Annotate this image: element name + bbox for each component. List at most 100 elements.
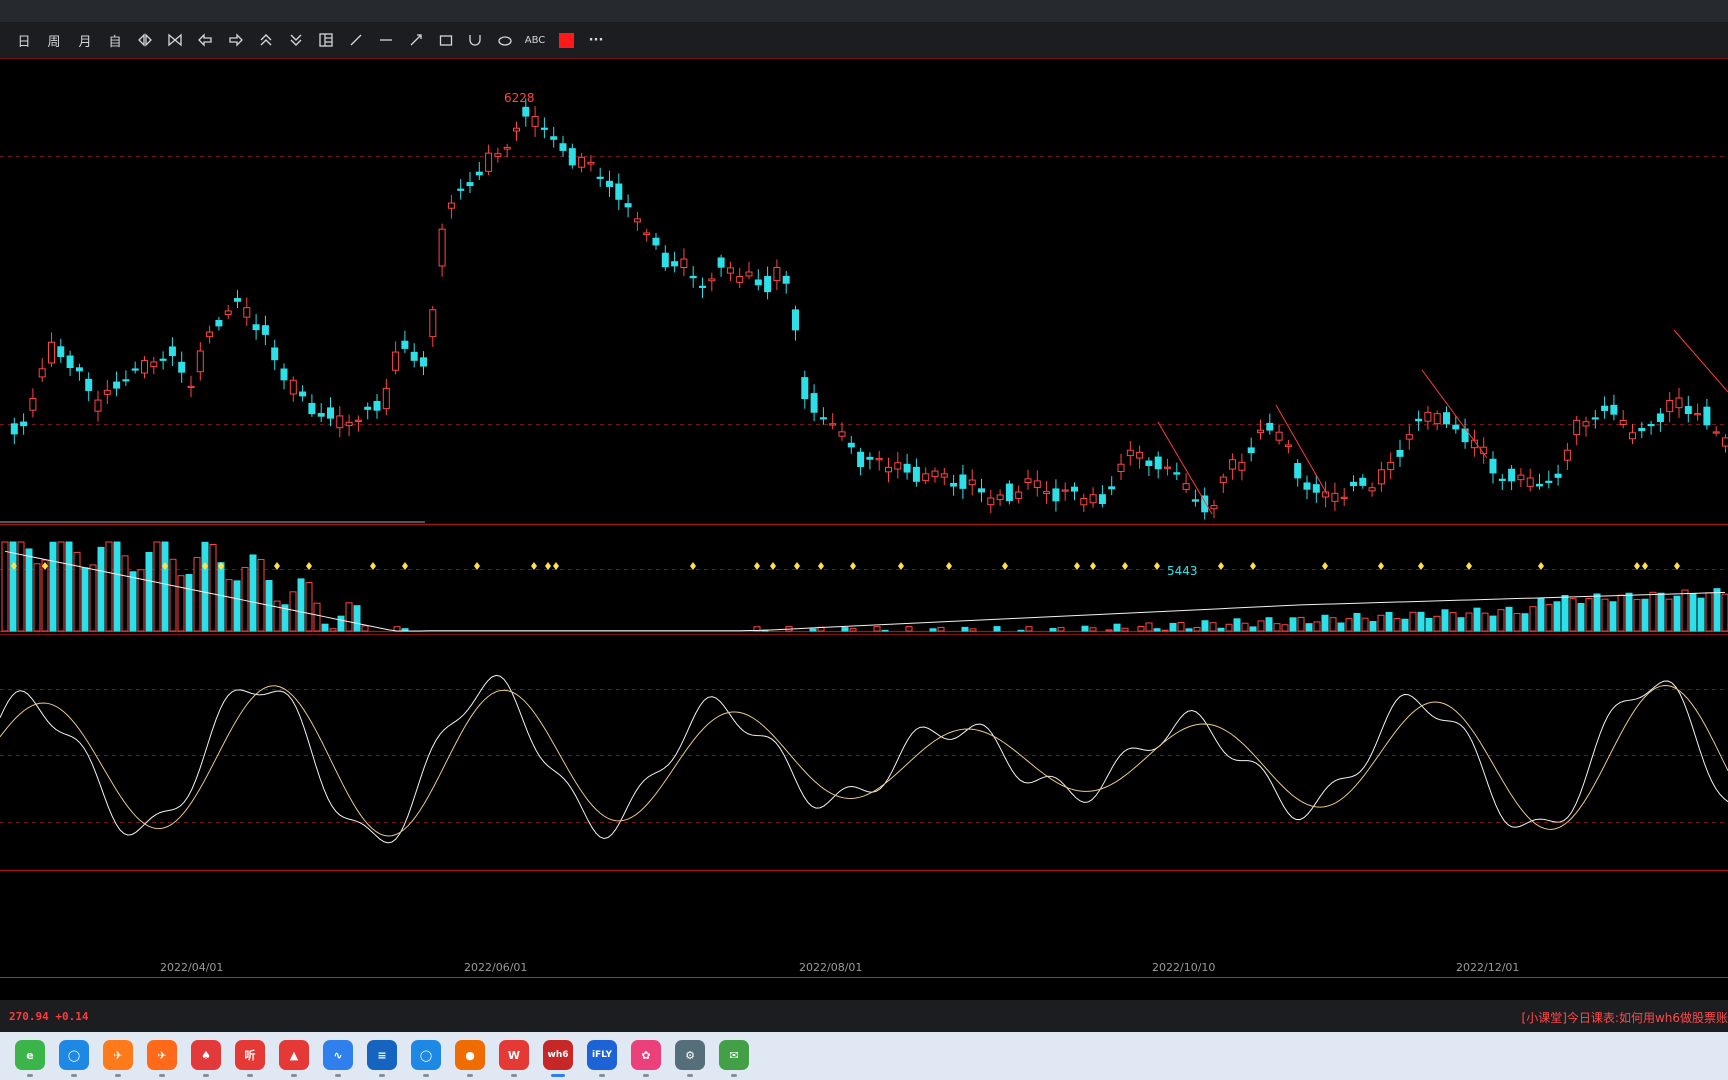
candle[interactable] [699, 277, 706, 299]
candle[interactable] [38, 358, 46, 382]
listen-icon[interactable]: 听 [235, 1040, 265, 1070]
signal-marker[interactable] [690, 562, 696, 570]
signal-marker[interactable] [850, 562, 856, 570]
notepad-icon[interactable]: ≡ [367, 1040, 397, 1070]
candle[interactable] [643, 228, 651, 242]
candle[interactable] [1563, 442, 1571, 470]
candle[interactable] [1498, 473, 1506, 491]
candle[interactable] [1526, 468, 1534, 492]
candle[interactable] [819, 407, 827, 425]
candle[interactable] [1201, 487, 1209, 520]
candle[interactable] [141, 356, 148, 379]
candle[interactable] [606, 170, 613, 197]
toolbar-period-1[interactable]: 周 [41, 22, 67, 58]
candle[interactable] [680, 248, 688, 277]
candle[interactable] [540, 117, 548, 139]
candle[interactable] [1294, 459, 1302, 487]
candle[interactable] [485, 144, 493, 176]
candle[interactable] [1722, 434, 1728, 453]
candle[interactable] [1052, 479, 1060, 512]
arrow-right-icon[interactable] [223, 22, 249, 58]
candle[interactable] [754, 269, 762, 291]
candle[interactable] [113, 371, 121, 397]
candle[interactable] [364, 402, 372, 420]
signal-marker[interactable] [1634, 562, 1640, 570]
candle[interactable] [1331, 482, 1339, 511]
candle[interactable] [1117, 453, 1125, 480]
candle[interactable] [75, 363, 83, 381]
candle[interactable] [987, 489, 995, 514]
candle[interactable] [1387, 452, 1395, 480]
stock-icon[interactable]: ▲ [279, 1040, 309, 1070]
toolbar-period-2[interactable]: 月 [72, 22, 98, 58]
horizontal-line-icon[interactable] [373, 22, 399, 58]
candle[interactable] [847, 435, 855, 454]
candle[interactable] [1080, 493, 1088, 513]
candle[interactable] [1424, 406, 1432, 430]
candle[interactable] [94, 390, 102, 422]
candle[interactable] [857, 447, 865, 476]
zoom-in-icon[interactable] [162, 22, 188, 58]
candle[interactable] [1098, 485, 1106, 508]
candle[interactable] [1712, 426, 1720, 437]
candle[interactable] [615, 173, 623, 211]
candle[interactable] [773, 259, 781, 291]
candle[interactable] [1405, 424, 1413, 450]
candle[interactable] [1350, 475, 1357, 492]
candle[interactable] [866, 452, 874, 470]
candle[interactable] [1164, 458, 1171, 476]
candle[interactable] [559, 135, 567, 157]
candle[interactable] [475, 161, 483, 181]
candle[interactable] [280, 363, 288, 390]
wps-icon[interactable]: W [499, 1040, 529, 1070]
candle[interactable] [661, 245, 669, 271]
candle[interactable] [1275, 424, 1283, 445]
candle[interactable] [1089, 487, 1097, 508]
signal-marker[interactable] [1418, 562, 1424, 570]
signal-marker[interactable] [1074, 562, 1080, 570]
candle[interactable] [717, 254, 725, 277]
candle[interactable] [1005, 480, 1013, 505]
candle[interactable] [1182, 472, 1190, 493]
signal-marker[interactable] [946, 562, 952, 570]
double-down-icon[interactable] [283, 22, 309, 58]
360-browser-icon[interactable]: e [15, 1040, 45, 1070]
signal-marker[interactable] [370, 562, 376, 570]
candle[interactable] [1257, 419, 1264, 440]
signal-marker[interactable] [531, 562, 537, 570]
candle[interactable] [196, 342, 204, 381]
arrow-line-icon[interactable] [403, 22, 429, 58]
candle[interactable] [829, 413, 837, 430]
signal-marker[interactable] [794, 562, 800, 570]
candle[interactable] [885, 457, 892, 483]
signal-marker[interactable] [1674, 562, 1680, 570]
toolbar-period-0[interactable]: 日 [11, 22, 37, 58]
candle[interactable] [801, 370, 809, 409]
ellipse-icon[interactable] [492, 22, 518, 58]
candle[interactable] [1582, 416, 1590, 437]
candle[interactable] [596, 167, 604, 188]
settings-icon[interactable]: ⚙ [675, 1040, 705, 1070]
candle[interactable] [206, 325, 214, 344]
candle[interactable] [838, 422, 846, 441]
candle[interactable] [940, 467, 948, 486]
candle[interactable] [503, 143, 511, 158]
candle[interactable] [950, 474, 958, 496]
candle[interactable] [1238, 453, 1246, 481]
candle[interactable] [652, 232, 660, 250]
trend-line[interactable] [1421, 369, 1488, 459]
candle[interactable] [633, 211, 641, 231]
candle[interactable] [745, 261, 753, 280]
candle[interactable] [792, 305, 799, 341]
candle[interactable] [1591, 410, 1599, 429]
double-up-icon[interactable] [253, 22, 279, 58]
feishu-icon[interactable]: ✈ [103, 1040, 133, 1070]
candle[interactable] [1517, 468, 1525, 488]
candle[interactable] [903, 453, 911, 480]
candle[interactable] [271, 339, 279, 371]
signal-marker[interactable] [274, 562, 280, 570]
candle[interactable] [1303, 475, 1311, 500]
candle[interactable] [1284, 439, 1292, 454]
candle[interactable] [1573, 415, 1581, 446]
candle[interactable] [568, 143, 576, 169]
